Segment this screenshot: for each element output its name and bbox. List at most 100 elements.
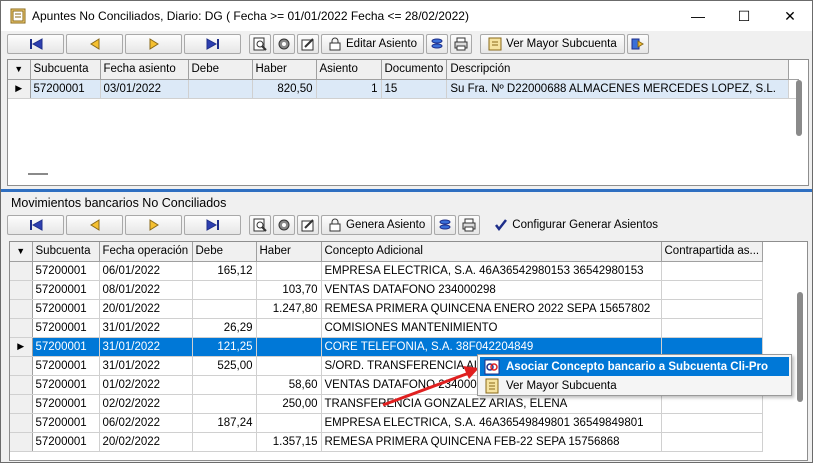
view-ledger-button[interactable]: Ver Mayor Subcuenta	[479, 34, 625, 54]
close-button[interactable]: ✕	[767, 1, 813, 31]
next-record-button[interactable]	[125, 215, 182, 235]
table-cell[interactable]: 57200001	[32, 318, 100, 338]
table-cell[interactable]	[188, 79, 253, 99]
table-row[interactable]: 57200001 08/01/2022 103,70 VENTAS DATAFONO …	[10, 280, 764, 300]
table-cell[interactable]: COMISIONES MANTENIMIENTO	[321, 318, 662, 338]
table-cell[interactable]: 57200001	[32, 394, 100, 414]
edit-entry-button[interactable]: Editar Asiento	[321, 34, 424, 54]
table-cell[interactable]: 250,00	[256, 394, 322, 414]
table-cell[interactable]: 20/02/2022	[99, 432, 193, 452]
edit-button[interactable]	[297, 215, 319, 235]
pane-splitter[interactable]	[1, 189, 812, 192]
table-cell[interactable]: 57200001	[32, 356, 100, 376]
generate-entry-button[interactable]: Genera Asiento	[321, 215, 433, 235]
table-cell[interactable]	[192, 280, 257, 300]
table-cell[interactable]	[661, 318, 764, 338]
table-cell[interactable]	[192, 432, 257, 452]
column-header[interactable]: Concepto Adicional	[321, 242, 662, 262]
table-cell[interactable]: 02/02/2022	[99, 394, 193, 414]
table-cell[interactable]	[192, 394, 257, 414]
table-cell[interactable]: 121,25	[192, 337, 257, 357]
table-cell[interactable]	[192, 299, 257, 319]
table-cell[interactable]: VENTAS DATAFONO 234000298	[321, 280, 662, 300]
first-record-button[interactable]	[7, 215, 64, 235]
table-row[interactable]: 57200001 06/01/2022 165,12 EMPRESA ELECTRIC…	[10, 261, 764, 281]
tools-button[interactable]	[273, 34, 295, 54]
table-cell[interactable]: 820,50	[252, 79, 317, 99]
table-row[interactable]: 57200001 02/02/2022 250,00 TRANSFERENCIA GO…	[10, 394, 764, 414]
table-cell[interactable]	[661, 299, 764, 319]
table-cell[interactable]: 06/01/2022	[99, 261, 193, 281]
table-row[interactable]: 57200001 20/01/2022 1.247,80 REMESA PRIMERA…	[10, 299, 764, 319]
last-record-button[interactable]	[184, 215, 241, 235]
column-header[interactable]: Contrapartida as...	[661, 242, 764, 262]
table-cell[interactable]: 31/01/2022	[99, 318, 193, 338]
horizontal-scrollbar[interactable]	[28, 173, 48, 175]
table-row[interactable]: 57200001 31/01/2022 26,29 COMISIONES MANTEN…	[10, 318, 764, 338]
table-cell[interactable]: 08/01/2022	[99, 280, 193, 300]
column-header[interactable]: Subcuenta	[32, 242, 100, 262]
column-header[interactable]: Haber	[252, 60, 317, 80]
table-cell[interactable]: 01/02/2022	[99, 375, 193, 395]
table-cell[interactable]: 57200001	[32, 299, 100, 319]
table-row[interactable]: 57200001 06/02/2022 187,24 EMPRESA ELECTRIC…	[10, 413, 764, 433]
table-cell[interactable]: 57200001	[32, 261, 100, 281]
table-cell[interactable]: 31/01/2022	[99, 356, 193, 376]
table-cell[interactable]: 15	[381, 79, 448, 99]
configure-generate-button[interactable]: Configurar Generar Asientos	[488, 215, 664, 235]
toggle-button[interactable]	[434, 215, 457, 235]
row-indicator-header[interactable]: ▼	[8, 60, 31, 80]
previous-record-button[interactable]	[66, 34, 123, 54]
print-button[interactable]	[458, 215, 481, 235]
table-cell[interactable]	[661, 394, 764, 414]
table-cell[interactable]: Su Fra. Nº D22000688 ALMACENES MERCEDES …	[446, 79, 790, 99]
column-header[interactable]: Fecha asiento	[100, 60, 189, 80]
column-header[interactable]: Descripción	[446, 60, 790, 80]
table-cell[interactable]: 187,24	[192, 413, 257, 433]
table-cell[interactable]: 57200001	[32, 432, 100, 452]
table-cell[interactable]: 57200001	[32, 337, 100, 357]
table-cell[interactable]	[661, 432, 764, 452]
table-cell[interactable]	[256, 356, 322, 376]
table-cell[interactable]: REMESA PRIMERA QUINCENA FEB-22 SEPA 1575…	[321, 432, 662, 452]
table-row[interactable]: 57200001 20/02/2022 1.357,15 REMESA PRIMERA…	[10, 432, 764, 452]
menu-item-associate-concept[interactable]: Asociar Concepto bancario a Subcuenta Cl…	[480, 357, 789, 376]
table-cell[interactable]	[256, 261, 322, 281]
export-button[interactable]	[626, 34, 649, 54]
table-row[interactable]: ▶ 57200001 03/01/2022 820,50 1 15 Su Fra…	[8, 79, 799, 99]
table-cell[interactable]: EMPRESA ELECTRICA, S.A. 46A36549849801 3…	[321, 413, 662, 433]
column-header[interactable]: Debe	[192, 242, 257, 262]
column-header[interactable]: Documento	[381, 60, 448, 80]
table-cell[interactable]: 165,12	[192, 261, 257, 281]
toggle-button[interactable]	[425, 34, 448, 54]
column-header[interactable]: Subcuenta	[30, 60, 101, 80]
previous-record-button[interactable]	[66, 215, 123, 235]
next-record-button[interactable]	[125, 34, 182, 54]
edit-button[interactable]	[297, 34, 319, 54]
print-button[interactable]	[449, 34, 472, 54]
preview-button[interactable]	[249, 215, 271, 235]
first-record-button[interactable]	[7, 34, 64, 54]
column-header[interactable]: Fecha operación	[99, 242, 193, 262]
table-cell[interactable]: 57200001	[30, 79, 101, 99]
table-cell[interactable]: TRANSFERENCIA GONZALEZ ARIAS, ELENA	[321, 394, 662, 414]
table-cell[interactable]	[661, 280, 764, 300]
table-cell[interactable]: 525,00	[192, 356, 257, 376]
table-cell[interactable]	[661, 413, 764, 433]
table-cell[interactable]: REMESA PRIMERA QUINCENA ENERO 2022 SEPA …	[321, 299, 662, 319]
column-header[interactable]: Asiento	[316, 60, 382, 80]
table-cell[interactable]: 57200001	[32, 280, 100, 300]
minimize-button[interactable]: —	[675, 1, 721, 31]
table-cell[interactable]: 57200001	[32, 413, 100, 433]
table-cell[interactable]: 58,60	[256, 375, 322, 395]
table-cell[interactable]: 20/01/2022	[99, 299, 193, 319]
row-indicator-header[interactable]: ▼	[10, 242, 33, 262]
table-cell[interactable]: 1.357,15	[256, 432, 322, 452]
table-cell[interactable]	[661, 261, 764, 281]
last-record-button[interactable]	[184, 34, 241, 54]
preview-button[interactable]	[249, 34, 271, 54]
vertical-scrollbar[interactable]	[797, 292, 803, 402]
table-cell[interactable]: 1	[316, 79, 382, 99]
tools-button[interactable]	[273, 215, 295, 235]
table-cell[interactable]	[256, 413, 322, 433]
